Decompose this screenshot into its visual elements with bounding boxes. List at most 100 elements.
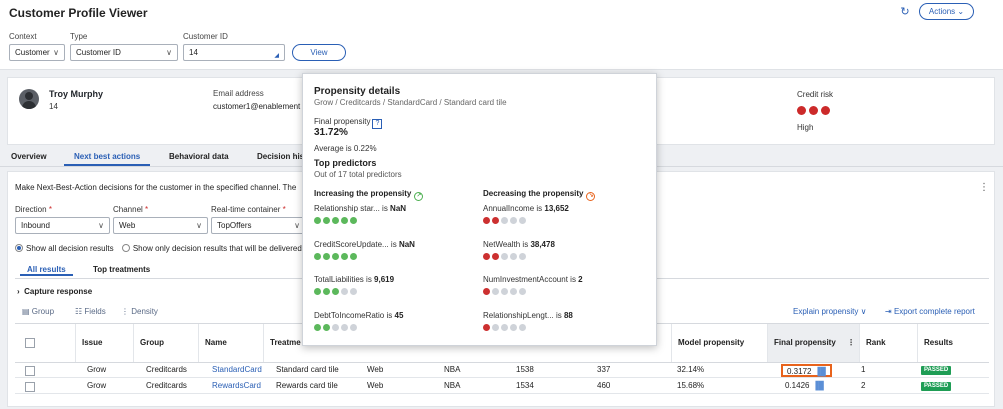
group-button[interactable]: ▤ Group	[22, 307, 54, 316]
increasing-heading: Increasing the propensity ↗	[314, 189, 424, 201]
cell-group: Creditcards	[146, 381, 187, 390]
bar-chart-icon[interactable]: ▐█	[812, 380, 823, 391]
predictor-strength-dots	[314, 253, 359, 262]
cell-value-1: 1538	[516, 365, 534, 374]
strength-dot	[519, 253, 526, 260]
density-button[interactable]: ⋮ Density	[121, 307, 158, 316]
chevron-down-icon: ∨	[53, 48, 59, 57]
strength-dot	[519, 324, 526, 331]
cell-value-1: 1534	[516, 381, 534, 390]
risk-dot	[797, 106, 806, 115]
strength-dot	[332, 288, 339, 295]
direction-value: Inbound	[21, 221, 50, 230]
cell-direction: NBA	[444, 381, 461, 390]
tab-decision-history[interactable]: Decision his	[257, 152, 304, 161]
channel-select[interactable]: Web ∨	[113, 217, 208, 234]
col-final-propensity[interactable]: Final propensity ⋮	[767, 324, 859, 362]
strength-dot	[501, 288, 508, 295]
tab-overview[interactable]: Overview	[11, 152, 47, 161]
credit-risk-indicator	[797, 106, 833, 117]
result-filter: Show all decision results Show only deci…	[15, 244, 302, 253]
col-issue[interactable]: Issue	[75, 324, 133, 362]
strength-dot	[483, 253, 490, 260]
tab-next-best-actions[interactable]: Next best actions	[64, 152, 151, 166]
column-menu-icon[interactable]: ⋮	[847, 324, 855, 362]
channel-value: Web	[119, 221, 136, 230]
strength-dot	[350, 253, 357, 260]
select-all-checkbox[interactable]	[25, 338, 35, 348]
context-select[interactable]: Customer ∨	[9, 44, 65, 61]
direction-select[interactable]: Inbound ∨	[15, 217, 110, 234]
predictor-strength-dots	[483, 288, 528, 297]
app-header: Customer Profile Viewer ↻ Actions ⌄ Cont…	[0, 0, 1003, 70]
type-label: Type	[70, 32, 88, 41]
strength-dot	[341, 217, 348, 224]
more-options-icon[interactable]: ⋮	[979, 182, 989, 193]
strength-dot	[510, 253, 517, 260]
strength-dot	[350, 217, 357, 224]
predictor-label: AnnualIncome is 13,652	[483, 204, 569, 213]
tab-all-results[interactable]: All results	[20, 265, 73, 276]
capture-response-toggle[interactable]: › Capture response	[17, 287, 92, 296]
export-report-button[interactable]: ⇥ Export complete report	[885, 307, 975, 316]
radio-show-delivered[interactable]: Show only decision results that will be …	[121, 244, 302, 253]
strength-dot	[492, 217, 499, 224]
row-checkbox[interactable]	[25, 366, 35, 376]
strength-dot	[501, 253, 508, 260]
table-row[interactable]: Grow Creditcards StandardCard Standard c…	[15, 363, 989, 378]
strength-dot	[501, 324, 508, 331]
table-row[interactable]: Grow Creditcards RewardsCard Rewards car…	[15, 379, 989, 394]
col-rank[interactable]: Rank	[859, 324, 917, 362]
radio-show-all[interactable]: Show all decision results	[15, 244, 114, 253]
strength-dot	[519, 217, 526, 224]
credit-risk-label: Credit risk	[797, 90, 834, 99]
predictor-strength-dots	[314, 217, 359, 226]
tab-top-treatments[interactable]: Top treatments	[93, 265, 150, 274]
cell-final-propensity[interactable]: 0.3172 ▐█	[781, 364, 832, 377]
context-label: Context	[9, 32, 37, 41]
info-icon[interactable]: ?	[372, 119, 383, 129]
cell-name-link[interactable]: StandardCard	[212, 363, 262, 378]
explain-propensity-button[interactable]: Explain propensity ∨	[793, 307, 866, 316]
strength-dot	[323, 324, 330, 331]
strength-dot	[519, 288, 526, 295]
cell-group: Creditcards	[146, 365, 187, 374]
propensity-details-popover: Propensity details Grow / Creditcards / …	[302, 73, 657, 346]
customer-id-input[interactable]: 14 ◢	[183, 44, 285, 61]
predictor-label: CreditScoreUpdate... is NaN	[314, 240, 415, 249]
email-label: Email address	[213, 89, 264, 98]
credit-risk-value: High	[797, 123, 814, 132]
actions-label: Actions	[928, 7, 956, 16]
col-results[interactable]: Results	[917, 324, 989, 362]
col-name[interactable]: Name	[198, 324, 263, 362]
strength-dot	[341, 324, 348, 331]
channel-label: Channel *	[113, 205, 149, 214]
view-button[interactable]: View	[292, 44, 346, 61]
row-checkbox[interactable]	[25, 382, 35, 392]
cell-channel: Web	[367, 381, 384, 390]
container-select[interactable]: TopOffers ∨	[211, 217, 306, 234]
cell-name-link[interactable]: RewardsCard	[212, 379, 261, 394]
strength-dot	[314, 288, 321, 295]
chevron-down-icon: ∨	[196, 221, 202, 230]
strength-dot	[510, 288, 517, 295]
col-group[interactable]: Group	[133, 324, 198, 362]
resize-handle-icon: ◢	[274, 53, 279, 59]
refresh-icon[interactable]: ↻	[899, 6, 911, 18]
predictor-label: DebtToIncomeRatio is 45	[314, 311, 404, 320]
type-select[interactable]: Customer ID ∨	[70, 44, 178, 61]
bar-chart-icon[interactable]: ▐█	[814, 366, 825, 377]
strength-dot	[492, 253, 499, 260]
predictor-strength-dots	[314, 324, 359, 333]
strength-dot	[341, 288, 348, 295]
fields-button[interactable]: ☷ Fields	[75, 307, 106, 316]
chevron-down-icon: ∨	[98, 221, 104, 230]
type-value: Customer ID	[76, 48, 121, 57]
status-badge: PASSED	[921, 382, 952, 391]
actions-button[interactable]: Actions ⌄	[919, 3, 974, 20]
cell-final-propensity[interactable]: 0.1426 ▐█	[781, 380, 828, 393]
tab-behavioral-data[interactable]: Behavioral data	[169, 152, 229, 161]
strength-dot	[483, 288, 490, 295]
col-model-propensity[interactable]: Model propensity	[671, 324, 767, 362]
strength-dot	[483, 324, 490, 331]
